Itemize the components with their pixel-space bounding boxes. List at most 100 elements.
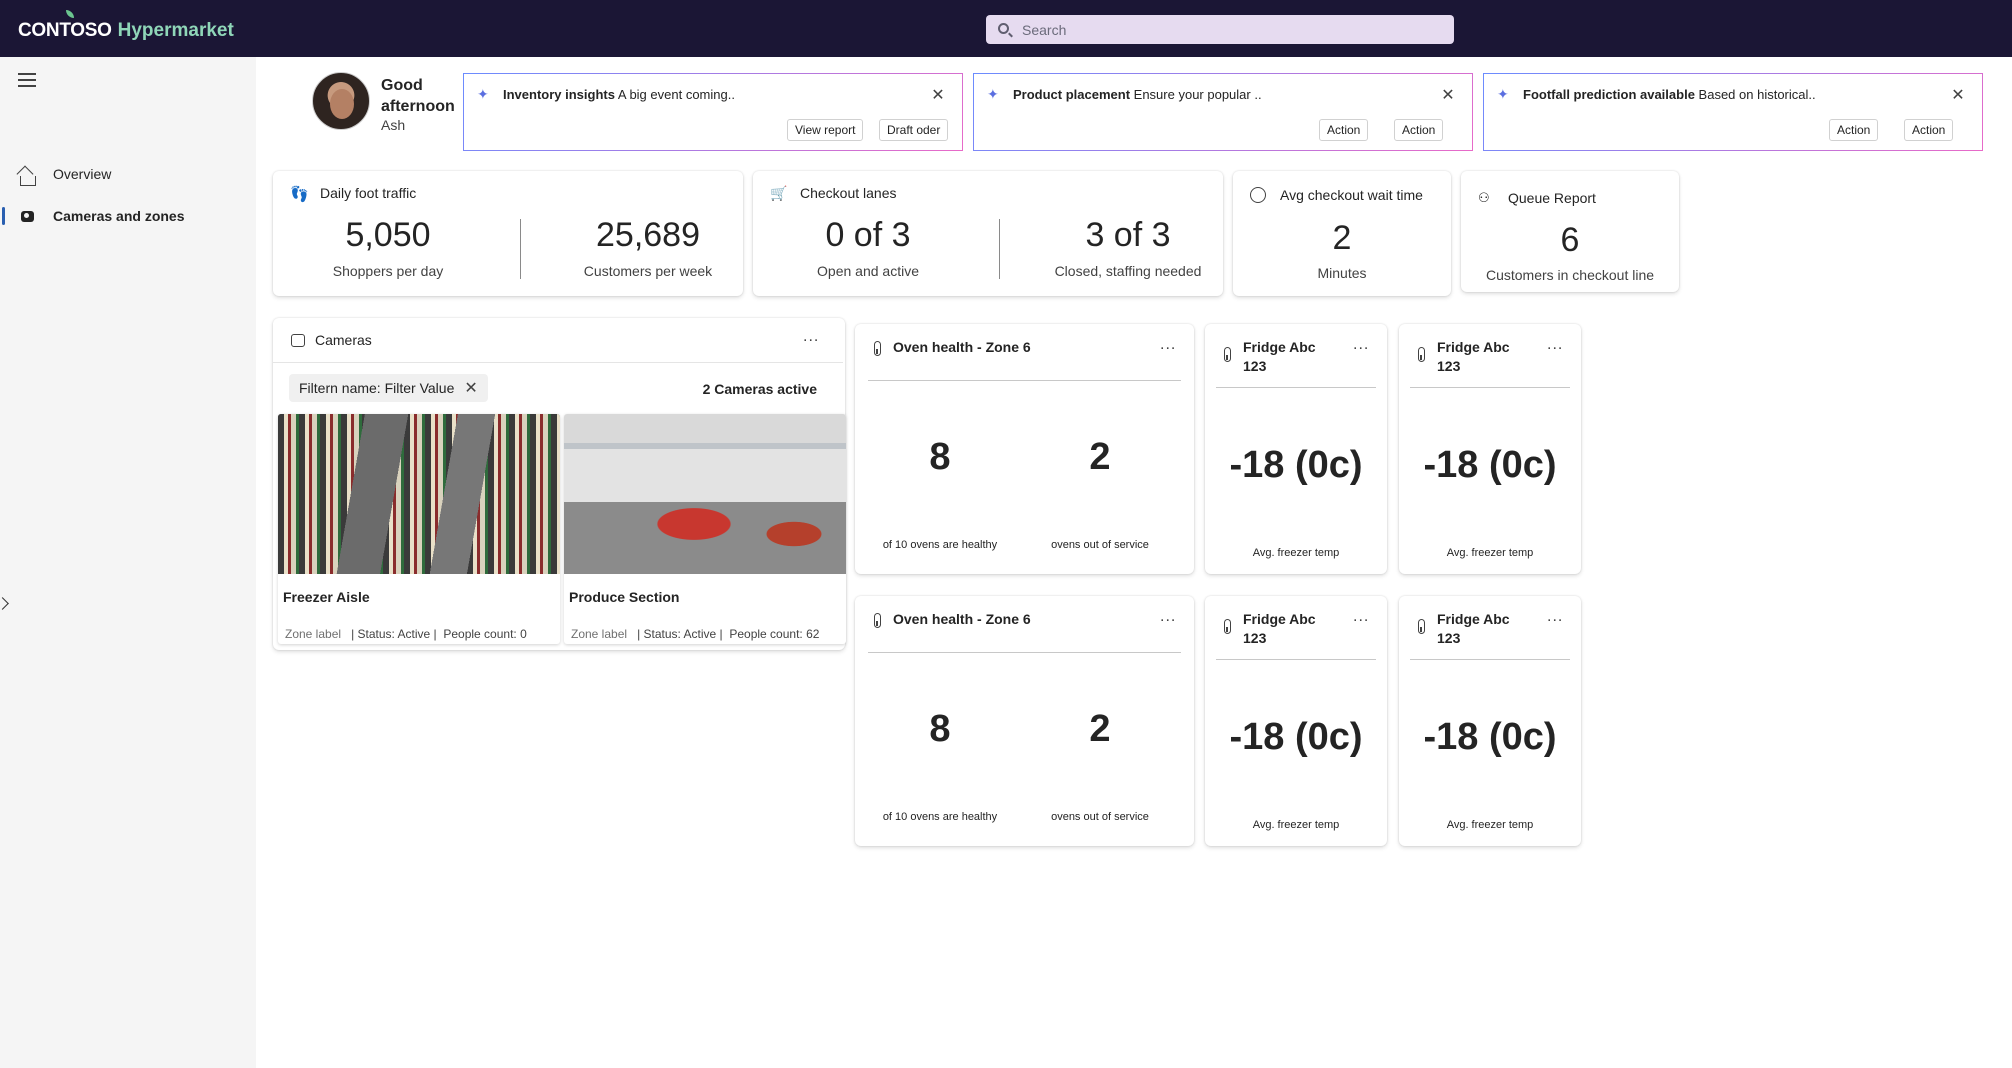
camera-tile[interactable]: Freezer Aisle Zone label | Status: Activ… [278, 414, 560, 644]
camera-feed-image[interactable] [278, 414, 560, 574]
thermometer-icon [1224, 347, 1231, 362]
people-count: People count: 62 [729, 627, 820, 641]
close-icon[interactable]: ✕ [1441, 88, 1455, 104]
queue-label: Customers in checkout line [1485, 267, 1655, 283]
close-icon[interactable]: ✕ [931, 88, 945, 104]
more-options-icon[interactable]: ... [1353, 608, 1369, 626]
healthy-ovens-value: 8 [929, 436, 951, 478]
fridge-card: Fridge Abc 123 ... -18 (0c) Avg. freezer … [1205, 324, 1387, 574]
camera-status: | Status: Active | [351, 627, 437, 641]
healthy-ovens-label: of 10 ovens are healthy [882, 539, 998, 551]
card-title: Cameras [315, 332, 372, 348]
fridge-card: Fridge Abc 123 ... -18 (0c) Avg. freezer … [1399, 324, 1581, 574]
expand-chevron-icon[interactable] [0, 597, 9, 610]
draft-order-button[interactable]: Draft oder [879, 119, 949, 141]
close-icon[interactable]: ✕ [1951, 88, 1965, 104]
insight-card-footfall: ✦ Footfall prediction available Based on… [1483, 73, 1983, 151]
card-subtitle: 123 [1437, 358, 1461, 374]
divider [868, 652, 1181, 653]
insight-title: Footfall prediction available [1523, 87, 1695, 102]
freezer-temp-value: -18 (0c) [1423, 716, 1557, 758]
insight-text: A big event coming.. [617, 87, 735, 102]
card-title: Fridge Abc [1243, 611, 1316, 627]
sidebar-item-overview[interactable]: Overview [0, 157, 256, 191]
people-count: People count: 0 [443, 627, 527, 641]
card-title: Avg checkout wait time [1280, 187, 1423, 203]
more-options-icon[interactable]: ... [1353, 336, 1369, 354]
customers-per-week-value: 25,689 [596, 216, 700, 254]
freezer-temp-label: Avg. freezer temp [1446, 819, 1534, 831]
closed-lanes-label: Closed, staffing needed [1054, 263, 1202, 279]
wait-time-card: Avg checkout wait time 2 Minutes [1233, 171, 1451, 296]
fridge-card: Fridge Abc 123 ... -18 (0c) Avg. freezer … [1205, 596, 1387, 846]
shoppers-per-day-label: Shoppers per day [332, 263, 444, 279]
healthy-ovens-value: 8 [929, 708, 951, 750]
action-button[interactable]: Action [1319, 119, 1369, 141]
freezer-temp-label: Avg. freezer temp [1446, 547, 1534, 559]
avatar[interactable] [312, 72, 370, 130]
divider [1410, 659, 1570, 660]
zone-label: Zone label [285, 627, 342, 641]
more-options-icon[interactable]: ... [1547, 336, 1563, 354]
foot-traffic-card: 👣 Daily foot traffic 5,050 Shoppers per … [273, 171, 743, 296]
card-title: Daily foot traffic [320, 185, 417, 201]
wait-time-value: 2 [1332, 219, 1352, 257]
checkout-lanes-card: 🛒 Checkout lanes 0 of 3 Open and active … [753, 171, 1223, 296]
top-bar: CONTOSO Hypermarket [0, 0, 2012, 57]
card-title: Queue Report [1508, 190, 1596, 206]
filter-chip[interactable]: Filtern name: Filter Value ✕ [289, 374, 488, 402]
camera-feed-image[interactable] [564, 414, 846, 574]
oven-health-card: Oven health - Zone 6 ... 8 of 10 ovens a… [855, 324, 1194, 574]
queue-value: 6 [1560, 221, 1580, 259]
insight-text: Ensure your popular .. [1133, 87, 1262, 102]
cameras-card: Cameras ... Filtern name: Filter Value ✕… [273, 318, 846, 650]
out-of-service-value: 2 [1089, 708, 1111, 750]
more-options-icon[interactable]: ... [803, 328, 819, 346]
divider [999, 219, 1000, 279]
freezer-temp-value: -18 (0c) [1229, 444, 1363, 486]
divider [520, 219, 521, 279]
search-input[interactable] [1022, 15, 1442, 44]
thermometer-icon [1418, 347, 1425, 362]
leaf-icon [66, 10, 74, 18]
sparkle-icon: ✦ [477, 86, 489, 102]
queue-report-card: ⚇ Queue Report 6 Customers in checkout l… [1461, 171, 1679, 292]
card-subtitle: 123 [1243, 630, 1267, 646]
sparkle-icon: ✦ [1497, 86, 1509, 102]
divider [1410, 387, 1570, 388]
user-name: Ash [381, 117, 406, 133]
card-title: Fridge Abc [1243, 339, 1316, 355]
brand-sub: Hypermarket [117, 20, 234, 41]
divider [1216, 659, 1376, 660]
brand-main: CONTOSO [18, 20, 112, 41]
hamburger-menu-icon[interactable] [18, 73, 36, 87]
thermometer-icon [874, 613, 881, 628]
thermometer-icon [1224, 619, 1231, 634]
cart-icon: 🛒 [770, 185, 788, 201]
action-button[interactable]: Action [1829, 119, 1879, 141]
close-icon[interactable]: ✕ [464, 378, 477, 398]
insight-card-product-placement: ✦ Product placement Ensure your popular … [973, 73, 1473, 151]
card-title: Fridge Abc [1437, 611, 1510, 627]
action-button[interactable]: Action [1394, 119, 1444, 141]
sidebar-item-cameras-and-zones[interactable]: Cameras and zones [0, 199, 256, 233]
camera-status: | Status: Active | [637, 627, 723, 641]
brand-logo[interactable]: CONTOSO Hypermarket [18, 10, 234, 42]
more-options-icon[interactable]: ... [1160, 608, 1176, 626]
out-of-service-value: 2 [1089, 436, 1111, 478]
open-lanes-value: 0 of 3 [825, 216, 911, 254]
view-report-button[interactable]: View report [787, 119, 864, 141]
action-button[interactable]: Action [1904, 119, 1954, 141]
freezer-temp-value: -18 (0c) [1229, 716, 1363, 758]
more-options-icon[interactable]: ... [1547, 608, 1563, 626]
card-title: Fridge Abc [1437, 339, 1510, 355]
footprints-icon: 👣 [290, 186, 309, 203]
card-title: Oven health - Zone 6 [893, 611, 1031, 627]
sidebar-item-label: Overview [53, 166, 112, 182]
search-box[interactable] [986, 15, 1454, 44]
out-of-service-label: ovens out of service [1051, 811, 1149, 823]
divider [868, 380, 1181, 381]
insight-card-inventory: ✦ Inventory insights A big event coming.… [463, 73, 963, 151]
camera-tile[interactable]: Produce Section Zone label | Status: Act… [564, 414, 846, 644]
more-options-icon[interactable]: ... [1160, 336, 1176, 354]
